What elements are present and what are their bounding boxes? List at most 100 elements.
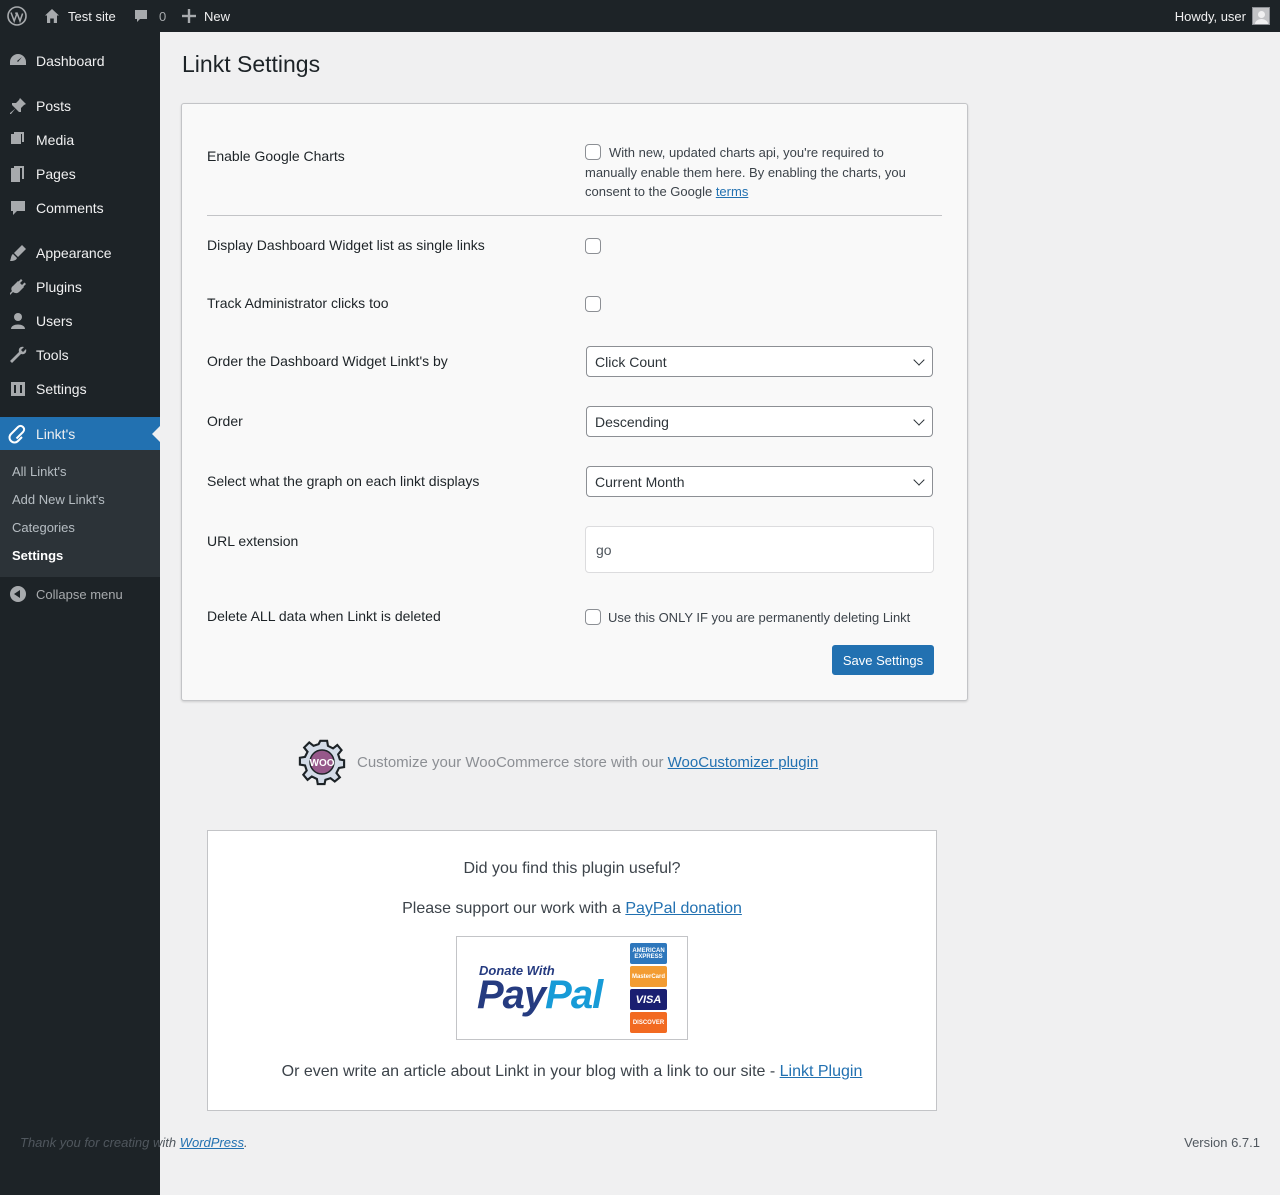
visa-card-icon: VISA bbox=[630, 989, 667, 1010]
sidebar-item-plugins[interactable]: Plugins bbox=[0, 270, 160, 304]
track-admin-checkbox[interactable] bbox=[585, 296, 601, 312]
site-name-link[interactable]: Test site bbox=[44, 0, 116, 32]
sidebar-item-label: Linkt's bbox=[36, 426, 76, 442]
linkt-plugin-link[interactable]: Linkt Plugin bbox=[780, 1063, 863, 1080]
footer-period: . bbox=[244, 1135, 248, 1150]
footer-version: Version 6.7.1 bbox=[1184, 1135, 1260, 1150]
collapse-label: Collapse menu bbox=[36, 586, 123, 602]
settings-form: Enable Google Charts With new, updated c… bbox=[181, 103, 968, 701]
delete-help-text: Use this ONLY IF you are permanently del… bbox=[608, 610, 911, 625]
settings-icon bbox=[0, 379, 36, 399]
donate-support: Please support our work with a PayPal do… bbox=[208, 900, 936, 918]
sidebar-item-label: Settings bbox=[36, 381, 87, 397]
sidebar-item-label: Plugins bbox=[36, 279, 82, 295]
woo-promo-text: Customize your WooCommerce store with ou… bbox=[357, 754, 818, 771]
wrench-icon bbox=[0, 345, 36, 365]
divider bbox=[207, 215, 942, 216]
donate-article: Or even write an article about Linkt in … bbox=[208, 1063, 936, 1081]
sidebar-item-tools[interactable]: Tools bbox=[0, 338, 160, 372]
comments-link[interactable]: 0 bbox=[133, 0, 166, 32]
collapse-arrow-icon bbox=[0, 586, 36, 602]
url-extension-value: go bbox=[596, 541, 612, 558]
comments-count: 0 bbox=[159, 8, 167, 24]
woo-promo: WOO Customize your WooCommerce store wit… bbox=[297, 737, 818, 787]
wordpress-link[interactable]: WordPress bbox=[180, 1135, 244, 1150]
pushpin-icon bbox=[0, 96, 36, 116]
order-by-value: Click Count bbox=[595, 353, 667, 370]
google-charts-label: Enable Google Charts bbox=[207, 148, 345, 164]
url-extension-input[interactable]: go bbox=[585, 526, 934, 573]
paypal-donate-button[interactable]: Donate With PayPal AMERICAN EXPRESS Mast… bbox=[456, 936, 688, 1040]
delete-data-checkbox[interactable] bbox=[585, 609, 601, 625]
graph-value: Current Month bbox=[595, 473, 685, 490]
sidebar-item-label: Pages bbox=[36, 166, 76, 182]
amex-card-icon: AMERICAN EXPRESS bbox=[630, 943, 667, 964]
sidebar-item-label: Posts bbox=[36, 98, 72, 114]
comment-bubble-icon bbox=[135, 10, 147, 22]
paypal-donation-link[interactable]: PayPal donation bbox=[625, 900, 742, 917]
article-text: Or even write an article about Linkt in … bbox=[281, 1063, 780, 1080]
woo-text: Customize your WooCommerce store with ou… bbox=[357, 753, 668, 771]
account-menu[interactable]: Howdy, user bbox=[1175, 0, 1270, 32]
single-links-checkbox[interactable] bbox=[585, 238, 601, 254]
sidebar-item-label: Appearance bbox=[36, 245, 112, 261]
delete-label: Delete ALL data when Linkt is deleted bbox=[207, 608, 441, 624]
submenu-item-all-linkts[interactable]: All Linkt's bbox=[0, 457, 160, 485]
paypal-logo: PayPal bbox=[477, 973, 603, 1018]
new-content-link[interactable]: New bbox=[182, 0, 230, 32]
sidebar-item-users[interactable]: Users bbox=[0, 304, 160, 338]
collapse-menu-button[interactable]: Collapse menu bbox=[0, 582, 160, 606]
woo-badge-text: WOO bbox=[310, 758, 335, 769]
google-charts-help: With new, updated charts api, you're req… bbox=[585, 143, 925, 202]
google-terms-link[interactable]: terms bbox=[716, 184, 749, 199]
submenu-item-settings[interactable]: Settings bbox=[0, 541, 160, 569]
donate-question: Did you find this plugin useful? bbox=[463, 860, 681, 877]
user-icon bbox=[0, 311, 36, 331]
submenu-item-categories[interactable]: Categories bbox=[0, 513, 160, 541]
order-select[interactable]: Descending bbox=[586, 406, 933, 437]
sidebar-item-label: Comments bbox=[36, 200, 104, 216]
page-title: Linkt Settings bbox=[182, 51, 321, 77]
graph-label: Select what the graph on each linkt disp… bbox=[207, 473, 480, 489]
chevron-down-icon bbox=[913, 474, 925, 486]
sidebar-item-appearance[interactable]: Appearance bbox=[0, 236, 160, 270]
sidebar-item-media[interactable]: Media bbox=[0, 123, 160, 157]
admin-sidebar: Dashboard Posts Media Pages Comments App… bbox=[0, 32, 160, 1195]
sidebar-item-dashboard[interactable]: Dashboard bbox=[0, 44, 160, 78]
comment-icon bbox=[0, 198, 36, 218]
sidebar-item-posts[interactable]: Posts bbox=[0, 89, 160, 123]
woocustomizer-link[interactable]: WooCustomizer plugin bbox=[668, 754, 819, 771]
order-label: Order bbox=[207, 413, 243, 429]
sidebar-item-comments[interactable]: Comments bbox=[0, 191, 160, 225]
sidebar-item-settings[interactable]: Settings bbox=[0, 372, 160, 406]
sidebar-item-linkts[interactable]: Linkt's bbox=[0, 417, 160, 451]
brush-icon bbox=[0, 243, 36, 263]
chevron-down-icon bbox=[913, 354, 925, 366]
paypal-pal: Pal bbox=[545, 973, 603, 1017]
paypal-pay: Pay bbox=[477, 973, 546, 1017]
pages-icon bbox=[0, 164, 36, 184]
save-settings-button[interactable]: Save Settings bbox=[832, 645, 934, 675]
support-text: Please support our work with a bbox=[402, 900, 626, 917]
sidebar-item-label: Users bbox=[36, 313, 73, 329]
wordpress-logo-icon[interactable] bbox=[7, 0, 27, 32]
plug-icon bbox=[0, 277, 36, 297]
sidebar-item-label: Dashboard bbox=[36, 53, 105, 69]
home-icon bbox=[45, 9, 59, 23]
sidebar-item-label: Media bbox=[36, 132, 75, 148]
footer-thanks-text: Thank you for creating with bbox=[20, 1135, 180, 1150]
order-by-select[interactable]: Click Count bbox=[586, 346, 933, 377]
graph-select[interactable]: Current Month bbox=[586, 466, 933, 497]
submenu-item-add-new-linkts[interactable]: Add New Linkt's bbox=[0, 485, 160, 513]
new-label: New bbox=[204, 8, 231, 24]
sidebar-item-pages[interactable]: Pages bbox=[0, 157, 160, 191]
site-name: Test site bbox=[68, 8, 116, 24]
footer-thanks: Thank you for creating with WordPress. bbox=[20, 1135, 248, 1150]
url-ext-label: URL extension bbox=[207, 533, 299, 549]
avatar bbox=[1252, 7, 1270, 25]
single-links-label: Display Dashboard Widget list as single … bbox=[207, 237, 485, 253]
order-value: Descending bbox=[595, 413, 669, 430]
dashboard-icon bbox=[0, 51, 36, 71]
mastercard-card-icon: MasterCard bbox=[630, 966, 667, 987]
sidebar-item-label: Tools bbox=[36, 347, 69, 363]
